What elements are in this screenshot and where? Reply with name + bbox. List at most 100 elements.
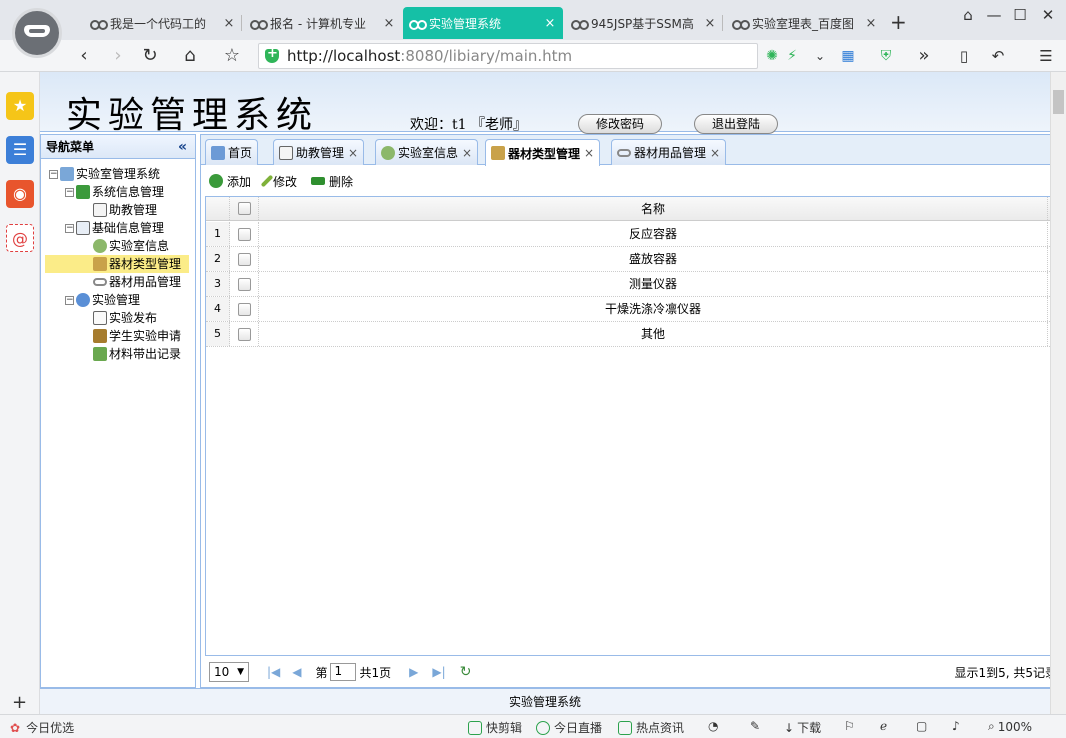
row-checkbox[interactable] <box>238 253 251 266</box>
browser-tab-4[interactable]: 945JSP基于SSM高 × <box>565 7 723 39</box>
tab-favicon-icon <box>732 18 750 30</box>
collapse-nav-button[interactable]: « <box>178 135 187 159</box>
more-tools-button[interactable]: » <box>910 42 938 70</box>
tree-toggle-icon[interactable]: − <box>65 187 74 197</box>
tree-node-basic-info[interactable]: − 基础信息管理 <box>65 219 164 237</box>
tree-toggle-icon[interactable]: − <box>65 295 74 305</box>
row-checkbox[interactable] <box>238 228 251 241</box>
tab-home[interactable]: 首页 <box>205 139 259 165</box>
flag-icon[interactable]: ⚐ <box>844 719 855 733</box>
next-page-icon[interactable]: ▶ <box>409 665 418 679</box>
zoom-control[interactable]: ⌕ 100% <box>988 719 1032 734</box>
table-row[interactable]: 3 测量仪器 <box>206 272 1062 297</box>
window-close-icon[interactable]: ✕ <box>1036 4 1060 26</box>
tree-node-student-application[interactable]: 学生实验申请 <box>93 327 181 345</box>
favorites-star-icon[interactable]: ★ <box>6 92 34 120</box>
tree-node-root[interactable]: − 实验室管理系统 <box>49 165 160 183</box>
minimize-icon[interactable]: — <box>982 4 1006 26</box>
skin-icon[interactable]: ⌂ <box>956 4 980 26</box>
row-checkbox[interactable] <box>238 328 251 341</box>
tab-lab-info[interactable]: 实验室信息 × <box>375 139 479 165</box>
address-dropdown-icon[interactable]: ⌄ <box>806 42 834 70</box>
lightning-icon[interactable]: ⚡ <box>778 42 806 70</box>
tree-node-system-info[interactable]: − 系统信息管理 <box>65 183 164 201</box>
tree-node-experiment-mgmt[interactable]: − 实验管理 <box>65 291 140 309</box>
table-row[interactable]: 5 其他 <box>206 322 1062 347</box>
tree-toggle-icon[interactable]: − <box>65 223 74 233</box>
close-icon[interactable]: × <box>864 16 878 31</box>
page-number-input[interactable]: 1 <box>329 663 356 681</box>
page-size-select[interactable]: 10 ▼ <box>209 662 249 682</box>
forward-icon[interactable]: › <box>104 42 132 70</box>
browser-tab-2[interactable]: 报名 - 计算机专业 × <box>244 7 402 39</box>
tab-assistant-mgmt[interactable]: 助教管理 × <box>273 139 365 165</box>
tree-toggle-icon[interactable]: − <box>49 169 58 179</box>
menu-icon[interactable]: ☰ <box>1032 42 1060 70</box>
delete-button[interactable]: 删除 <box>311 173 353 190</box>
tab-equipment-supplies[interactable]: 器材用品管理 × <box>611 139 727 165</box>
home-icon[interactable]: ⌂ <box>176 42 204 70</box>
close-tab-icon[interactable]: × <box>710 146 720 160</box>
first-page-icon[interactable]: |◀ <box>267 665 280 679</box>
download[interactable]: ↓ 下载 <box>784 719 821 736</box>
close-tab-icon[interactable]: × <box>584 146 594 160</box>
tree-node-material-record[interactable]: 材料带出记录 <box>93 345 181 363</box>
volume-icon[interactable]: ♪ <box>952 719 960 733</box>
tab-equipment-type-active[interactable]: 器材类型管理 × <box>485 139 601 166</box>
close-icon[interactable]: × <box>703 16 717 31</box>
table-row[interactable]: 4 干燥洗涤冷凛仪器 <box>206 297 1062 322</box>
mail-icon[interactable]: @ <box>6 224 34 252</box>
tools-icon[interactable]: ✎ <box>750 719 760 733</box>
refresh-icon[interactable]: ↻ <box>460 664 472 680</box>
reload-icon[interactable]: ↻ <box>136 42 164 70</box>
maximize-icon[interactable]: ☐ <box>1008 4 1032 26</box>
row-checkbox[interactable] <box>238 278 251 291</box>
tree-node-equipment-supplies[interactable]: 器材用品管理 <box>93 273 181 291</box>
page-scrollbar[interactable] <box>1050 72 1066 714</box>
new-tab-button[interactable]: + <box>890 10 907 34</box>
hot-news[interactable]: 热点资讯 <box>618 719 684 736</box>
accelerate-icon[interactable]: ◔ <box>708 719 718 733</box>
select-all-checkbox[interactable] <box>238 202 251 215</box>
logout-button[interactable]: 退出登陆 <box>694 114 778 134</box>
table-row[interactable]: 1 反应容器 <box>206 222 1062 247</box>
scroll-thumb[interactable] <box>1053 90 1064 114</box>
undo-icon[interactable]: ↶ <box>984 42 1012 70</box>
prev-page-icon[interactable]: ◀ <box>292 665 301 679</box>
live-today[interactable]: 今日直播 <box>536 719 602 736</box>
notes-icon[interactable]: ☰ <box>6 136 34 164</box>
edit-button[interactable]: 修改 <box>260 173 297 190</box>
daily-picks[interactable]: ✿ 今日优选 <box>10 719 74 736</box>
close-icon[interactable]: × <box>222 16 236 31</box>
browser-tab-3-active[interactable]: 实验管理系统 × <box>403 7 563 39</box>
tree-node-assistant-mgmt[interactable]: 助教管理 <box>93 201 157 219</box>
close-tab-icon[interactable]: × <box>348 146 358 160</box>
table-row[interactable]: 2 盛放容器 <box>206 247 1062 272</box>
add-sidebar-icon[interactable]: + <box>12 692 27 713</box>
address-bar[interactable]: http://localhost:8080/libiary/main.htm <box>258 43 758 69</box>
window-icon[interactable]: ▢ <box>916 719 927 733</box>
browser-tab-5[interactable]: 实验室理表_百度图 × <box>726 7 884 39</box>
add-button[interactable]: 添加 <box>209 173 251 190</box>
close-icon[interactable]: × <box>543 16 557 31</box>
change-password-button[interactable]: 修改密码 <box>578 114 662 134</box>
apps-grid-icon[interactable]: ▦ <box>834 42 862 70</box>
weibo-icon[interactable]: ◉ <box>6 180 34 208</box>
tree-node-equipment-type-selected[interactable]: 器材类型管理 <box>45 255 189 273</box>
browser-e-icon[interactable]: ℯ <box>880 719 887 733</box>
row-checkbox[interactable] <box>238 303 251 316</box>
user-avatar[interactable] <box>12 8 62 58</box>
column-header-name[interactable]: 名称 <box>258 197 1048 220</box>
favorite-star-icon[interactable]: ☆ <box>218 42 246 70</box>
close-tab-icon[interactable]: × <box>462 146 472 160</box>
quick-clip[interactable]: 快剪辑 <box>468 719 522 736</box>
globe-icon <box>381 145 395 160</box>
tree-node-lab-info[interactable]: 实验室信息 <box>93 237 169 255</box>
reading-mode-icon[interactable]: ▯ <box>950 42 978 70</box>
back-icon[interactable]: ‹ <box>70 42 98 70</box>
browser-tab-1[interactable]: 我是一个代码工的 × <box>84 7 242 39</box>
close-icon[interactable]: × <box>382 16 396 31</box>
last-page-icon[interactable]: ▶| <box>432 665 445 679</box>
security-guard-icon[interactable]: ⛨ <box>872 42 900 70</box>
tree-node-experiment-publish[interactable]: 实验发布 <box>93 309 157 327</box>
